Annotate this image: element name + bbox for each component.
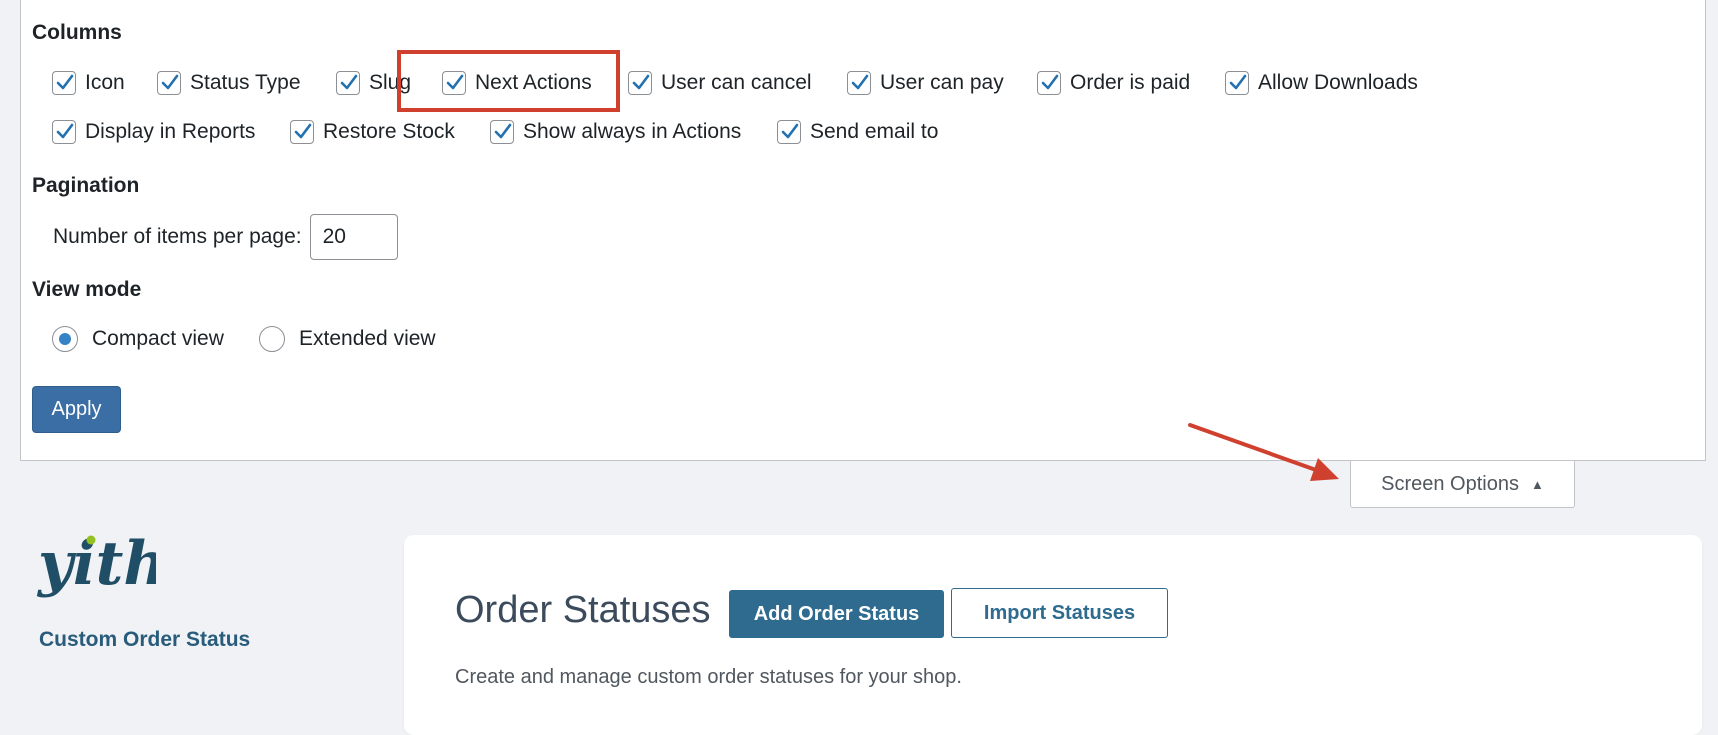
items-per-page-row: Number of items per page:: [32, 214, 398, 260]
column-option-display-in-reports[interactable]: Display in Reports: [52, 118, 255, 146]
checkmark-icon: [851, 74, 869, 90]
items-per-page-input[interactable]: [309, 214, 398, 260]
checkbox[interactable]: [336, 71, 360, 95]
checkmark-icon: [294, 123, 312, 139]
column-option-allow-downloads[interactable]: Allow Downloads: [1225, 69, 1418, 97]
checkbox[interactable]: [157, 71, 181, 95]
checkbox[interactable]: [1225, 71, 1249, 95]
column-option-label: Show always in Actions: [523, 120, 742, 143]
svg-text:yith: yith: [36, 532, 156, 599]
column-option-user-can-cancel[interactable]: User can cancel: [628, 69, 812, 97]
checkmark-icon: [494, 123, 512, 139]
page-description: Create and manage custom order statuses …: [455, 666, 962, 688]
annotation-arrow-icon: [1188, 423, 1339, 481]
apply-button[interactable]: Apply: [32, 386, 121, 433]
compact-view-label: Compact view: [92, 327, 224, 350]
checkbox[interactable]: [628, 71, 652, 95]
column-option-label: User can pay: [880, 71, 1004, 94]
checkbox[interactable]: [1037, 71, 1061, 95]
checkmark-icon: [56, 74, 74, 90]
yith-logo: yith: [36, 532, 156, 599]
checkmark-icon: [781, 123, 799, 139]
column-option-send-email-to[interactable]: Send email to: [777, 118, 938, 146]
column-option-restore-stock[interactable]: Restore Stock: [290, 118, 455, 146]
columns-section-title: Columns: [32, 21, 122, 44]
caret-up-icon: ▲: [1530, 476, 1544, 492]
checkbox[interactable]: [777, 120, 801, 144]
column-option-user-can-pay[interactable]: User can pay: [847, 69, 1004, 97]
column-option-order-is-paid[interactable]: Order is paid: [1037, 69, 1190, 97]
checkbox[interactable]: [52, 71, 76, 95]
column-option-label: Icon: [85, 71, 125, 94]
checkbox[interactable]: [847, 71, 871, 95]
screen-options-toggle[interactable]: Screen Options ▲: [1350, 461, 1575, 508]
import-statuses-button[interactable]: Import Statuses: [951, 588, 1168, 638]
view-mode-section-title: View mode: [32, 278, 142, 301]
column-option-status-type[interactable]: Status Type: [157, 69, 301, 97]
page-title: Order Statuses: [455, 589, 711, 631]
column-option-label: Status Type: [190, 71, 301, 94]
add-order-status-button[interactable]: Add Order Status: [729, 590, 944, 638]
column-option-label: Allow Downloads: [1258, 71, 1418, 94]
radio-button[interactable]: [259, 326, 285, 352]
column-option-show-always-in-actions[interactable]: Show always in Actions: [490, 118, 741, 146]
checkmark-icon: [1229, 74, 1247, 90]
items-per-page-label: Number of items per page:: [53, 225, 302, 248]
column-option-label: Display in Reports: [85, 120, 256, 143]
checkbox[interactable]: [490, 120, 514, 144]
checkmark-icon: [161, 74, 179, 90]
plugin-name: Custom Order Status: [39, 628, 251, 651]
extended-view-label: Extended view: [299, 327, 436, 350]
column-option-label: Order is paid: [1070, 71, 1191, 94]
annotation-highlight-box: [397, 50, 620, 112]
column-option-label: Send email to: [810, 120, 939, 143]
column-option-icon[interactable]: Icon: [52, 69, 125, 97]
column-option-label: User can cancel: [661, 71, 812, 94]
checkmark-icon: [1041, 74, 1059, 90]
checkmark-icon: [340, 74, 358, 90]
checkbox[interactable]: [290, 120, 314, 144]
screen-options-label: Screen Options: [1381, 472, 1519, 495]
extended-view-option[interactable]: Extended view: [259, 326, 436, 352]
checkmark-icon: [632, 74, 650, 90]
radio-button-checked[interactable]: [52, 326, 78, 352]
column-option-label: Restore Stock: [323, 120, 455, 143]
pagination-section-title: Pagination: [32, 174, 140, 197]
checkbox[interactable]: [52, 120, 76, 144]
compact-view-option[interactable]: Compact view: [52, 326, 224, 352]
checkmark-icon: [56, 123, 74, 139]
